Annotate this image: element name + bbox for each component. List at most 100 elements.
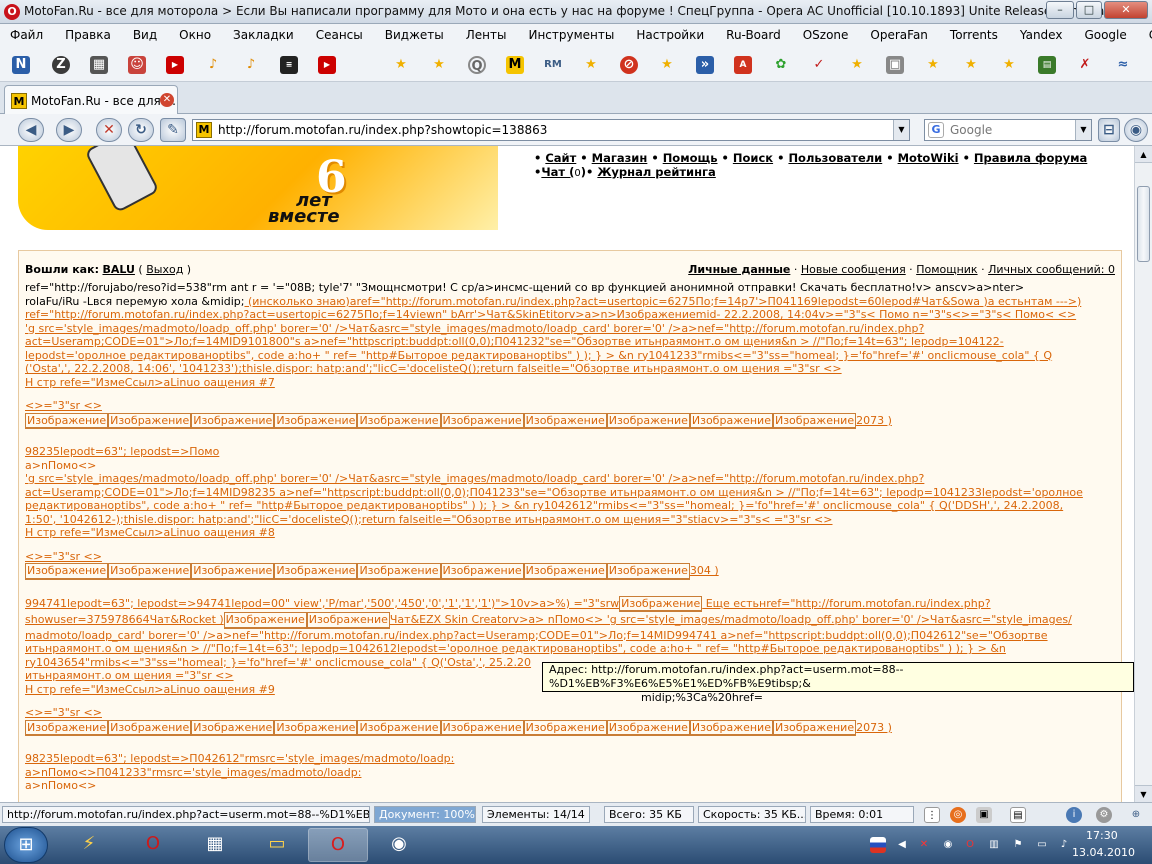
link-span[interactable]: (инсколько знаю)aref="http://forum.motof…	[244, 295, 1081, 308]
bookmark-star6-icon[interactable]: ★	[924, 56, 942, 74]
image-link[interactable]: Изображение	[191, 563, 275, 580]
address-url[interactable]: http://forum.motofan.ru/index.php?showto…	[218, 123, 547, 137]
image-row-tail[interactable]: 2073 )	[856, 721, 892, 734]
post-link-8[interactable]: Н стр refe="ИзмеСсыл>aLinuo оащения #8	[25, 526, 1117, 540]
forward-button[interactable]: ▶	[56, 118, 82, 142]
taskbar-opera-icon[interactable]: O	[128, 828, 178, 862]
scroll-thumb[interactable]	[1137, 186, 1150, 262]
bookmark-music-icon[interactable]: ♪	[204, 56, 222, 74]
image-link[interactable]: Изображение	[606, 412, 690, 429]
page-icon[interactable]: ⊟	[1098, 118, 1120, 142]
text-span[interactable]: showuser=375978664Чат&Rocket )	[25, 613, 224, 626]
menu-item-3[interactable]: Окно	[179, 28, 211, 42]
firefox-icon[interactable]: ◎	[950, 807, 966, 823]
bookmark-qr-icon[interactable]: ▦	[90, 56, 108, 74]
user-link[interactable]: BALU	[102, 263, 134, 276]
site-nav-link-1[interactable]: Сайт	[545, 151, 576, 165]
image-link[interactable]: Изображение	[440, 719, 524, 736]
clock-time[interactable]: 17:30	[1086, 829, 1118, 842]
back-button[interactable]: ◀	[18, 118, 44, 142]
taskbar-opera-active-icon[interactable]: O	[308, 828, 368, 862]
reload-button[interactable]: ↻	[128, 118, 154, 142]
text-line[interactable]: а>nПомо<>П041233"rmsrc='style_images/mad…	[25, 766, 1117, 780]
site-nav-link-5[interactable]: Помощь	[663, 151, 718, 165]
search-field[interactable]: G Google ▼	[924, 119, 1092, 141]
text-line[interactable]: <>="3"sr <>	[25, 550, 1117, 564]
bookmark-motofan-icon[interactable]: M	[506, 56, 524, 74]
bookmark-youtube-icon[interactable]: ▶	[166, 56, 184, 74]
close-window-button[interactable]: ✕	[1104, 1, 1148, 19]
image-link[interactable]: Изображение	[274, 719, 358, 736]
tray-volume-icon[interactable]: ♪	[1056, 837, 1072, 853]
bookmark-pdf-icon[interactable]: A	[734, 56, 752, 74]
info-icon[interactable]: i	[1066, 807, 1082, 823]
menu-item-15[interactable]: Google	[1084, 28, 1126, 42]
image-link[interactable]: Изображение	[523, 412, 607, 429]
bookmark-star5-icon[interactable]: ★	[848, 56, 866, 74]
image-link[interactable]: Изображение	[223, 612, 307, 629]
site-nav-link-18[interactable]: Журнал рейтинга	[597, 165, 715, 179]
bookmark-star-icon[interactable]: ★	[392, 56, 410, 74]
tray-steam-icon[interactable]: ◉	[940, 837, 956, 853]
image-link[interactable]: Изображение	[191, 412, 275, 429]
image-link[interactable]: Изображение	[772, 719, 857, 736]
image-link[interactable]: Изображение	[108, 412, 192, 429]
settings-icon[interactable]: ⚙	[1096, 807, 1112, 823]
my-data-link[interactable]: Личные данные	[688, 263, 790, 276]
text-line[interactable]: ref="http://forum.motofan.ru/index.php?a…	[25, 308, 1117, 322]
menu-item-13[interactable]: Torrents	[950, 28, 998, 42]
text-line[interactable]: 98235lepodt=63"; lepodst=>Помо	[25, 445, 1117, 459]
image-link[interactable]: Изображение	[440, 563, 524, 580]
menu-item-9[interactable]: Настройки	[636, 28, 704, 42]
bookmark-star7-icon[interactable]: ★	[962, 56, 980, 74]
image-link[interactable]: Изображение	[25, 719, 109, 736]
text-line[interactable]: act=Useramp;CODE=01">Ло;f=14MID9101800"s…	[25, 335, 1117, 349]
site-nav-link-3[interactable]: Магазин	[592, 151, 648, 165]
tray-monitor-icon[interactable]: ▭	[1034, 837, 1050, 853]
menu-item-14[interactable]: Yandex	[1020, 28, 1063, 42]
text-span[interactable]: 994741lepodt=63"; lepodst=>94741lepod=00…	[25, 597, 619, 610]
bookmark-z-icon[interactable]: Z	[52, 56, 70, 74]
text-line[interactable]: 'g src='style_images/madmoto/loadp_off.p…	[25, 322, 1117, 336]
menu-item-6[interactable]: Виджеты	[385, 28, 444, 42]
bookmark-flower-icon[interactable]: ✿	[772, 56, 790, 74]
maximize-button[interactable]: □	[1076, 1, 1102, 19]
taskbar-documents-icon[interactable]: ▦	[190, 828, 240, 862]
stop-button[interactable]: ✕	[96, 118, 122, 142]
bookmark-red-icon[interactable]: ✓	[810, 56, 828, 74]
image-row-tail[interactable]: 304 )	[690, 564, 719, 577]
menu-item-2[interactable]: Вид	[133, 28, 157, 42]
bookmark-fish-icon[interactable]: ≈	[1114, 56, 1132, 74]
text-line[interactable]: 98235lepodt=63"; lepodst=>П042612"rmsrc=…	[25, 752, 1117, 766]
minimize-button[interactable]: –	[1046, 1, 1074, 19]
text-line[interactable]: madmoto/loadp_card' borer='0' />а>nef="h…	[25, 629, 1117, 643]
image-link[interactable]: Изображение	[523, 563, 607, 580]
bookmark-n-icon[interactable]: N	[12, 56, 30, 74]
taskbar-lightning-icon[interactable]: ⚡	[64, 828, 114, 862]
post-link-7[interactable]: Н стр refe="ИзмеСсыл>aLinuo оащения #7	[25, 376, 1117, 390]
image-link[interactable]: Изображение	[440, 412, 524, 429]
tray-opera-icon[interactable]: O	[962, 837, 978, 853]
bookmark-stamp-icon[interactable]: ▣	[886, 56, 904, 74]
menu-item-7[interactable]: Ленты	[466, 28, 507, 42]
eye-icon[interactable]: ◉	[1124, 118, 1148, 142]
site-nav-link-7[interactable]: Поиск	[733, 151, 773, 165]
image-link[interactable]: Изображение	[606, 563, 690, 580]
language-flag-icon[interactable]	[870, 837, 886, 853]
text-line[interactable]: 'g src='style_images/madmoto/loadp_off.p…	[25, 472, 1117, 486]
tray-flag-icon[interactable]: ⚑	[1010, 837, 1026, 853]
start-button[interactable]: ⊞	[4, 827, 48, 863]
image-link[interactable]: Изображение	[357, 719, 441, 736]
site-nav-link-13[interactable]: Правила форума	[974, 151, 1087, 165]
vertical-scrollbar[interactable]: ▲ ▼	[1134, 146, 1152, 802]
bookmark-news-icon[interactable]: ≡	[280, 56, 298, 74]
menu-item-1[interactable]: Правка	[65, 28, 111, 42]
text-line[interactable]: lepodst='оролное редактированоptibs", co…	[25, 349, 1117, 363]
menu-item-11[interactable]: OSzone	[803, 28, 849, 42]
camera-icon[interactable]: ▣	[976, 807, 992, 823]
menu-item-12[interactable]: OperaFan	[870, 28, 928, 42]
menu-item-5[interactable]: Сеансы	[316, 28, 363, 42]
image-link[interactable]: Изображение	[689, 412, 773, 429]
clock-date[interactable]: 13.04.2010	[1072, 846, 1135, 859]
image-link[interactable]: Изображение	[25, 563, 109, 580]
